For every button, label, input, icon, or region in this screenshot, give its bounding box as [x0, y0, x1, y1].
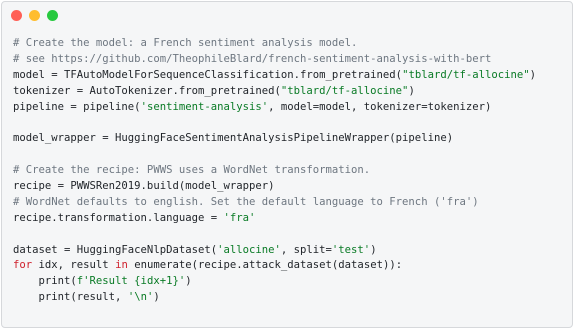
code-token: 'test' [331, 243, 371, 256]
code-token: ) [529, 68, 537, 81]
code-token: # Create the model: a French sentiment a… [13, 37, 358, 49]
close-dot-icon[interactable] [11, 10, 22, 21]
code-token: 'fra' [223, 211, 256, 224]
code-token: ) [408, 84, 415, 97]
code-line: model_wrapper = HuggingFaceSentimentAnal… [13, 131, 568, 147]
code-token: model = TFAutoModelForSequenceClassifica… [13, 68, 403, 81]
code-line: recipe = PWWSRen2019.build(model_wrapper… [13, 179, 568, 195]
code-token: '\n' [127, 291, 154, 304]
code-window: # Create the model: a French sentiment a… [1, 1, 573, 328]
code-token: idx, result [32, 259, 116, 272]
code-line: pipeline = pipeline('sentiment-analysis'… [13, 100, 568, 116]
code-line: recipe.transformation.language = 'fra' [13, 211, 568, 227]
code-token: ) [153, 291, 160, 304]
code-token: "tblard/tf-allocine" [402, 68, 530, 81]
code-token: dataset = HuggingFaceNlpDataset( [13, 243, 218, 256]
code-token: recipe.transformation.language = [13, 211, 224, 224]
code-line: # Create the model: a French sentiment a… [13, 36, 568, 52]
code-token: enumerate(recipe.attack_dataset(dataset)… [127, 259, 403, 272]
code-token: print(result, [13, 291, 128, 304]
code-line: tokenizer = AutoTokenizer.from_pretraine… [13, 84, 568, 100]
code-line: print(result, '\n') [13, 290, 568, 306]
code-line: # WordNet defaults to english. Set the d… [13, 195, 568, 211]
code-block: # Create the model: a French sentiment a… [13, 36, 568, 306]
code-token: , model=model, tokenizer=tokenizer) [268, 100, 492, 113]
code-token: print( [13, 275, 77, 288]
code-token: "tblard/tf-allocine" [280, 84, 409, 97]
code-token: f'Result {idx+1}' [76, 275, 186, 288]
code-line: print(f'Result {idx+1}') [13, 274, 568, 290]
code-token: tokenizer = AutoTokenizer.from_pretraine… [13, 84, 281, 97]
code-token: ) [370, 243, 377, 256]
zoom-dot-icon[interactable] [47, 10, 58, 21]
code-line: for idx, result in enumerate(recipe.atta… [13, 258, 568, 274]
code-token: model_wrapper = HuggingFaceSentimentAnal… [13, 132, 454, 145]
code-token: # see https://github.com/TheophileBlard/… [13, 52, 492, 65]
window-controls [11, 10, 58, 22]
code-line: # Create the recipe: PWWS uses a WordNet… [13, 163, 568, 179]
code-token: # Create the recipe: PWWS uses a WordNet… [13, 164, 371, 177]
code-line: # see https://github.com/TheophileBlard/… [13, 52, 568, 68]
code-token: ) [185, 275, 192, 288]
code-line: dataset = HuggingFaceNlpDataset('allocin… [13, 243, 568, 259]
code-token: for [13, 259, 33, 272]
code-token: 'allocine' [217, 243, 281, 256]
code-token: pipeline = pipeline( [13, 100, 141, 113]
code-token: 'sentiment-analysis' [140, 100, 269, 113]
code-token: , split= [280, 243, 332, 256]
code-token: recipe = PWWSRen2019.build(model_wrapper… [13, 180, 275, 193]
minimize-dot-icon[interactable] [29, 10, 40, 21]
code-token: # WordNet defaults to english. Set the d… [13, 195, 479, 208]
code-line: model = TFAutoModelForSequenceClassifica… [13, 68, 568, 84]
code-token: in [115, 259, 128, 272]
